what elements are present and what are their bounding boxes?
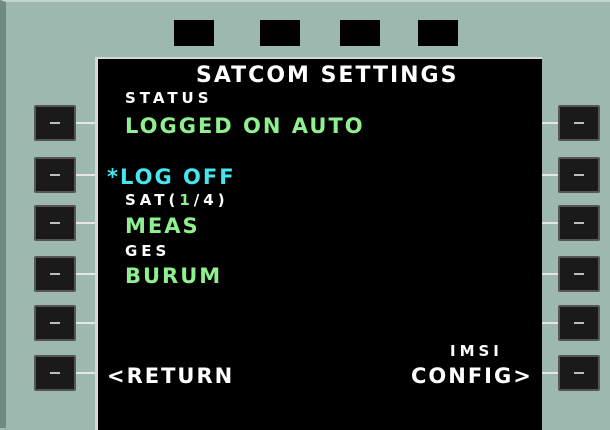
- dash-icon: [574, 322, 584, 324]
- key-tick-l4: [76, 273, 96, 275]
- dash-icon: [574, 273, 584, 275]
- lsk-l6[interactable]: [34, 355, 76, 391]
- lsk-r6[interactable]: [558, 355, 600, 391]
- dash-icon: [50, 372, 60, 374]
- page-title: SATCOM SETTINGS: [196, 63, 459, 88]
- ges-value: BURUM: [125, 264, 223, 288]
- top-key-1[interactable]: [174, 20, 214, 46]
- lsk-r2[interactable]: [558, 157, 600, 193]
- ges-label: GES: [125, 242, 171, 260]
- key-tick-r2: [541, 174, 558, 176]
- dash-icon: [574, 222, 584, 224]
- key-tick-r1: [541, 122, 558, 124]
- key-tick-l5: [76, 322, 96, 324]
- return-option[interactable]: <RETURN: [107, 364, 234, 388]
- top-key-2[interactable]: [260, 20, 300, 46]
- dash-icon: [50, 322, 60, 324]
- dash-icon: [50, 222, 60, 224]
- dash-icon: [50, 122, 60, 124]
- dash-icon: [574, 122, 584, 124]
- key-tick-l2: [76, 174, 96, 176]
- lsk-l1[interactable]: [34, 105, 76, 141]
- status-label: STATUS: [125, 89, 213, 107]
- lsk-r1[interactable]: [558, 105, 600, 141]
- key-tick-l1: [76, 122, 96, 124]
- key-tick-l6: [76, 372, 96, 374]
- dash-icon: [574, 174, 584, 176]
- dash-icon: [574, 372, 584, 374]
- top-key-4[interactable]: [418, 20, 458, 46]
- lsk-r3[interactable]: [558, 205, 600, 241]
- lsk-l3[interactable]: [34, 205, 76, 241]
- sat-label-suffix: /4): [193, 191, 229, 209]
- lsk-l5[interactable]: [34, 305, 76, 341]
- sat-value: MEAS: [125, 214, 200, 238]
- sat-label: SAT(1/4): [125, 191, 229, 209]
- lsk-l2[interactable]: [34, 157, 76, 193]
- key-tick-r6: [541, 372, 558, 374]
- cdu-bezel: SATCOM SETTINGS STATUS LOGGED ON AUTO *L…: [0, 0, 610, 430]
- key-tick-r5: [541, 322, 558, 324]
- dash-icon: [50, 273, 60, 275]
- key-tick-r4: [541, 273, 558, 275]
- key-tick-r3: [541, 222, 558, 224]
- log-off-option[interactable]: *LOG OFF: [107, 165, 236, 189]
- imsi-label: IMSI: [450, 342, 503, 360]
- top-key-3[interactable]: [340, 20, 380, 46]
- cdu-display: SATCOM SETTINGS STATUS LOGGED ON AUTO *L…: [95, 57, 542, 430]
- lsk-l4[interactable]: [34, 256, 76, 292]
- key-tick-l3: [76, 222, 96, 224]
- status-value: LOGGED ON AUTO: [125, 114, 365, 138]
- config-option[interactable]: CONFIG>: [411, 364, 533, 388]
- sat-label-current: 1: [179, 191, 194, 209]
- sat-label-prefix: SAT(: [125, 191, 180, 209]
- dash-icon: [50, 174, 60, 176]
- lsk-r5[interactable]: [558, 305, 600, 341]
- lsk-r4[interactable]: [558, 256, 600, 292]
